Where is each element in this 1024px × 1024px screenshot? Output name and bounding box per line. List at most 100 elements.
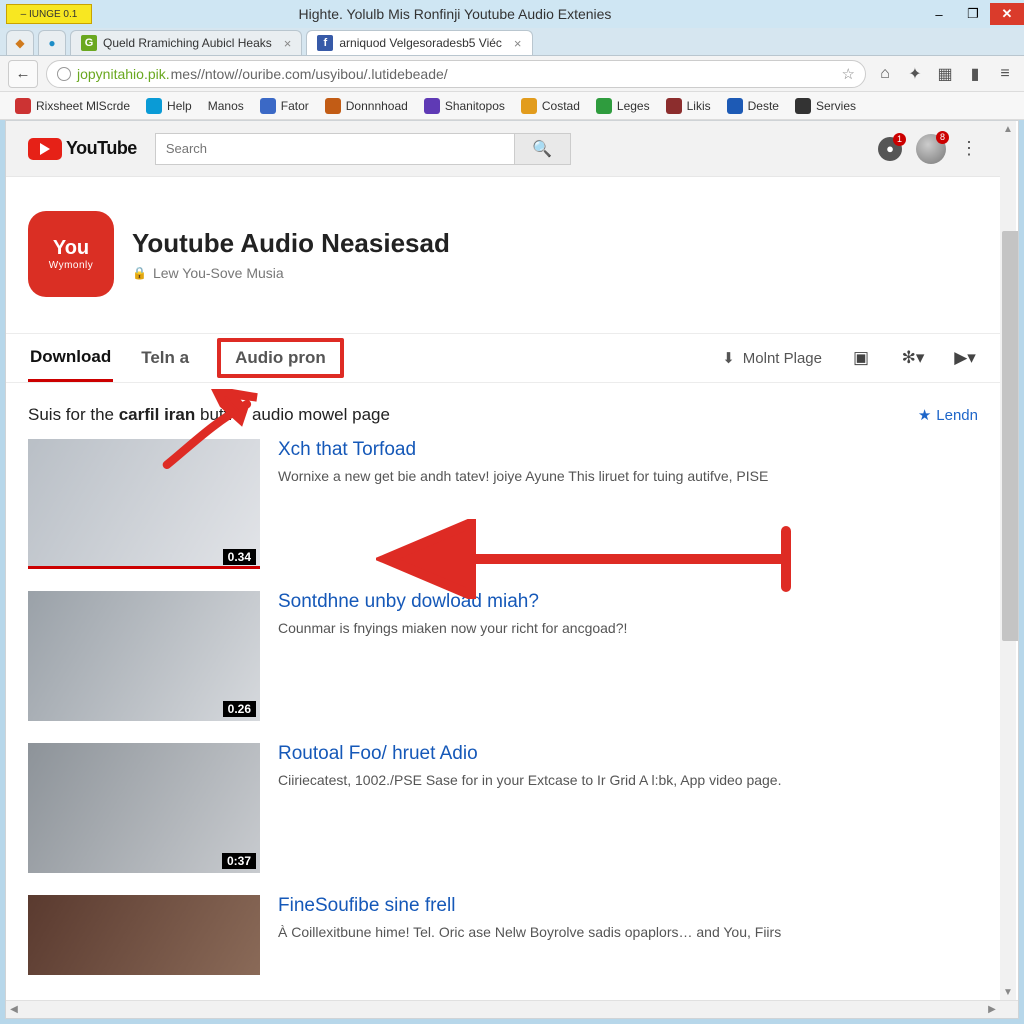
bookmark-item[interactable]: Leges	[591, 95, 655, 117]
bookmark-label: Manos	[208, 99, 244, 113]
bookmark-item[interactable]: Donnnhoad	[320, 95, 413, 117]
bookmark-star-icon[interactable]: ☆	[842, 65, 855, 83]
bookmark-item[interactable]: Fator	[255, 95, 314, 117]
close-tab-icon[interactable]: ×	[514, 36, 522, 51]
scrollbar-thumb[interactable]	[1002, 231, 1019, 641]
section-title: Suis for the carfil iran buttior audio m…	[28, 405, 390, 425]
tab-2[interactable]: f arniquod Velgesoradesb5 Viéc ×	[306, 30, 532, 55]
kebab-icon[interactable]: ⋮	[960, 138, 978, 159]
progress-bar	[28, 566, 260, 569]
home-icon[interactable]: ⌂	[874, 63, 896, 85]
molnt-plage-button[interactable]: ⬇ Molnt Plage	[722, 349, 822, 367]
diamond-icon: ◆	[15, 36, 24, 50]
toolbar-right-icons: ⌂ ✦ ▦ ▮ ≡	[874, 63, 1016, 85]
pocket-icon[interactable]: ✦	[904, 63, 926, 85]
bookmarks-bar: Rixsheet MlScrde Help Manos Fator Donnnh…	[0, 92, 1024, 120]
avatar-badge: 8	[936, 131, 949, 144]
back-button[interactable]: ←	[8, 60, 38, 88]
window-titlebar: – IUNGE 0.1 Highte. Yolulb Mis Ronfinji …	[0, 0, 1024, 28]
bookmark-item[interactable]: Rixsheet MlScrde	[10, 95, 135, 117]
channel-subtitle-text: Lew You-Sove Musia	[153, 265, 284, 281]
lendn-link[interactable]: ★ Lendn	[918, 406, 978, 424]
notifications-button[interactable]: ● 1	[878, 137, 902, 161]
tab-audio-pron[interactable]: Audio pron	[235, 348, 326, 368]
youtube-logo[interactable]: YouTube	[28, 138, 137, 160]
vertical-scrollbar[interactable]: ▲ ▼	[1000, 121, 1016, 1000]
window-minimize-button[interactable]: –	[922, 3, 956, 25]
video-description: À Coillexitbune hime! Tel. Oric ase Nelw…	[278, 923, 978, 942]
signal-icon[interactable]: ▮	[964, 63, 986, 85]
tab-pinned-2[interactable]: ●	[38, 30, 66, 55]
video-row[interactable]: 0.34 Xch that Torfoad Wornixe a new get …	[28, 439, 978, 569]
circle-icon: ●	[48, 36, 55, 50]
video-title[interactable]: FineSoufibe sine frell	[278, 895, 978, 917]
tab-1[interactable]: G Queld Rramiching Aubicl Heaks ×	[70, 30, 302, 55]
tab-label: arniquod Velgesoradesb5 Viéc	[339, 36, 502, 50]
bookmark-label: Likis	[687, 99, 711, 113]
bookmark-item[interactable]: Shanitopos	[419, 95, 510, 117]
tab-label: Queld Rramiching Aubicl Heaks	[103, 36, 272, 50]
menu-icon[interactable]: ≡	[994, 63, 1016, 85]
youtube-play-icon	[28, 138, 62, 160]
video-thumbnail[interactable]: 0.26	[28, 591, 260, 721]
scroll-down-icon[interactable]: ▼	[1000, 984, 1016, 1000]
bookmark-label: Fator	[281, 99, 309, 113]
channel-action-icon-1[interactable]: ▣	[848, 345, 874, 371]
section-header: Suis for the carfil iran buttior audio m…	[28, 405, 978, 425]
site-info-icon[interactable]	[57, 67, 71, 81]
video-thumbnail[interactable]: 0.34	[28, 439, 260, 569]
video-row[interactable]: 0.26 Sontdhne unby dowload miah? Counmar…	[28, 591, 978, 721]
video-row[interactable]: FineSoufibe sine frell À Coillexitbune h…	[28, 895, 978, 975]
horizontal-scrollbar[interactable]: ◀ ▶	[6, 1000, 1018, 1018]
video-duration: 0:37	[222, 853, 256, 869]
video-title[interactable]: Xch that Torfoad	[278, 439, 978, 461]
video-title[interactable]: Sontdhne unby dowload miah?	[278, 591, 978, 613]
video-duration: 0.26	[223, 701, 256, 717]
bookmark-item[interactable]: Servies	[790, 95, 861, 117]
search-input[interactable]	[155, 133, 515, 165]
bookmark-item[interactable]: Help	[141, 95, 197, 117]
page-content: YouTube 🔍 ● 1 8 ⋮	[6, 121, 1000, 1000]
url-path: mes//ntow//ouribe.com/usyibou/.lutidebea…	[171, 66, 448, 82]
close-tab-icon[interactable]: ×	[284, 36, 292, 51]
video-list: 0.34 Xch that Torfoad Wornixe a new get …	[28, 439, 978, 975]
channel-action-icon-2[interactable]: ✻▾	[900, 345, 926, 371]
bookmark-label: Help	[167, 99, 192, 113]
window-title: Highte. Yolulb Mis Ronfinji Youtube Audi…	[98, 6, 922, 22]
molnt-plage-label: Molnt Plage	[743, 350, 822, 367]
url-input[interactable]: jopynitahio.pik. mes//ntow//ouribe.com/u…	[46, 60, 866, 88]
notification-badge: 1	[893, 133, 906, 146]
bookmark-item[interactable]: Manos	[203, 96, 249, 116]
channel-tabs: Download Teln a Audio pron ⬇ Molnt Plage…	[6, 333, 1000, 383]
scroll-up-icon[interactable]: ▲	[1000, 121, 1016, 137]
download-icon: ⬇	[722, 349, 735, 367]
channel-action-icon-3[interactable]: ▶▾	[952, 345, 978, 371]
bookmark-item[interactable]: Costad	[516, 95, 585, 117]
bookmark-item[interactable]: Deste	[722, 95, 784, 117]
bell-icon: ●	[886, 141, 894, 156]
video-description: Ciiriecatest, 1002./PSE Sase for in your…	[278, 771, 978, 790]
video-thumbnail[interactable]	[28, 895, 260, 975]
tab-pinned-1[interactable]: ◆	[6, 30, 34, 55]
window-maximize-button[interactable]: ❐	[956, 3, 990, 25]
channel-page: You Wymonly Youtube Audio Neasiesad 🔒 Le…	[6, 177, 1000, 1000]
channel-avatar-line2: Wymonly	[49, 260, 94, 271]
video-thumbnail[interactable]: 0:37	[28, 743, 260, 873]
tab-telna[interactable]: Teln a	[139, 336, 191, 380]
bookmark-item[interactable]: Likis	[661, 95, 716, 117]
scroll-left-icon[interactable]: ◀	[6, 1001, 22, 1018]
scroll-right-icon[interactable]: ▶	[984, 1001, 1000, 1018]
window-close-button[interactable]: ✕	[990, 3, 1024, 25]
lock-icon: 🔒	[132, 266, 147, 280]
tab-download[interactable]: Download	[28, 335, 113, 382]
favicon-icon: f	[317, 35, 333, 51]
youtube-wordmark: YouTube	[66, 138, 137, 159]
star-icon: ★	[918, 406, 931, 424]
search-button[interactable]: 🔍	[515, 133, 571, 165]
account-menu[interactable]: 8	[916, 134, 946, 164]
video-description: Wornixe a new get bie andh tatev! joiye …	[278, 467, 978, 486]
apps-icon[interactable]: ▦	[934, 63, 956, 85]
channel-avatar[interactable]: You Wymonly	[28, 211, 114, 297]
video-title[interactable]: Routoal Foo/ hruet Adio	[278, 743, 978, 765]
video-row[interactable]: 0:37 Routoal Foo/ hruet Adio Ciiriecates…	[28, 743, 978, 873]
